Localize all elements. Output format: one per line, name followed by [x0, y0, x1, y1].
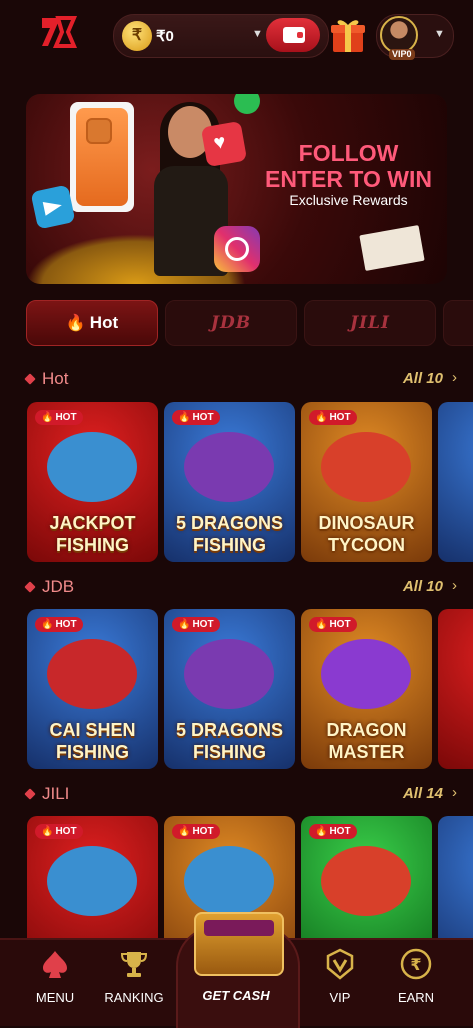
hot-badge: 🔥 HOT — [35, 824, 83, 839]
chevron-right-icon[interactable]: › — [452, 577, 457, 594]
game-card[interactable]: 🔥 HOT JACKPOT FISHING — [27, 402, 158, 562]
view-all-link[interactable]: All 14 — [403, 785, 443, 802]
hot-badge: 🔥 HOT — [35, 617, 83, 632]
telegram-icon — [30, 184, 76, 230]
diamond-bullet-icon — [24, 788, 36, 800]
game-title: 5 DRAGONS FISHING — [175, 720, 283, 762]
game-title: DRAGON MASTER — [326, 720, 407, 762]
balance-amount: ₹0 — [156, 28, 174, 45]
tab-next-partial[interactable] — [443, 300, 473, 346]
nav-get-cash[interactable]: GET CASH — [176, 988, 296, 1003]
hot-badge: 🔥 HOT — [309, 617, 357, 632]
game-art-image — [321, 639, 411, 709]
banknote-image — [359, 225, 425, 271]
section-title: JDB — [42, 577, 75, 596]
nav-label: RANKING — [104, 990, 164, 1005]
section-title: Hot — [42, 369, 69, 388]
heart-like-icon: ♥ — [200, 120, 248, 168]
chevron-right-icon[interactable]: › — [452, 369, 457, 386]
game-card[interactable]: 🔥 HOT 5 DRAGONS FISHING — [164, 402, 295, 562]
game-title: 5 DRAGONS FISHING — [175, 513, 283, 555]
wallet-balance-pill[interactable]: ₹ ₹0 ▼ — [113, 14, 329, 58]
hot-badge: 🔥 HOT — [309, 824, 357, 839]
gift-icon[interactable] — [330, 16, 366, 54]
banner-title-line-2: ENTER TO WIN — [265, 166, 432, 192]
game-art-image — [47, 846, 137, 916]
nav-ranking[interactable]: RANKING — [94, 940, 174, 1026]
provider-tabs: 🔥 Hot JDB JILI — [26, 300, 473, 346]
banner-title: FOLLOW ENTER TO WIN — [256, 140, 441, 192]
treasure-chest-icon[interactable] — [194, 912, 284, 976]
section-title: JILI — [42, 784, 70, 803]
section-header-hot: Hot All 10 › — [24, 368, 457, 392]
nav-label: VIP — [329, 990, 351, 1005]
nav-label: EARN — [397, 990, 435, 1005]
hot-badge: 🔥 HOT — [172, 824, 220, 839]
whatsapp-icon — [234, 94, 260, 114]
tab-jili[interactable]: JILI — [304, 300, 436, 346]
game-art-image — [184, 846, 274, 916]
vip-crown-shield-icon — [326, 948, 354, 980]
game-title: DINOSAUR TYCOON — [318, 513, 415, 555]
hot-badge: 🔥 HOT — [172, 410, 220, 425]
game-art-image — [321, 432, 411, 502]
flame-icon: 🔥 — [65, 315, 86, 332]
game-art-image — [321, 846, 411, 916]
game-title: JACKPOT FISHING — [49, 513, 136, 555]
hot-badge: 🔥 HOT — [35, 410, 83, 425]
nav-label: MENU — [35, 990, 75, 1005]
vip-level-badge: VIP0 — [389, 49, 415, 60]
bottom-nav: MENU RANKING GET CASH VIP ₹ EARN — [0, 912, 473, 1028]
game-row-jdb: 🔥 HOT CAI SHEN FISHING 🔥 HOT 5 DRAGONS FIS… — [27, 609, 473, 769]
game-art-image — [184, 432, 274, 502]
tab-jdb-label: JDB — [210, 313, 252, 333]
rupee-coin-icon: ₹ — [122, 21, 152, 51]
brand-logo[interactable] — [38, 14, 78, 50]
instagram-icon — [214, 226, 260, 272]
section-header-jdb: JDB All 10 › — [24, 576, 457, 600]
svg-text:₹: ₹ — [410, 955, 421, 974]
game-title: CAI SHEN FISHING — [49, 720, 136, 762]
game-art-image — [47, 432, 137, 502]
nav-vip[interactable]: VIP — [300, 940, 380, 1026]
tab-jili-label: JILI — [350, 313, 390, 333]
diamond-bullet-icon — [24, 581, 36, 593]
game-card[interactable] — [438, 609, 473, 769]
diamond-bullet-icon — [24, 373, 36, 385]
chevron-down-icon[interactable]: ▼ — [252, 28, 263, 40]
banner-subtitle: Exclusive Rewards — [289, 192, 408, 208]
game-card[interactable]: 🔥 HOT DRAGON MASTER — [301, 609, 432, 769]
game-card[interactable] — [438, 402, 473, 562]
game-card[interactable]: 🔥 HOT DINOSAUR TYCOON — [301, 402, 432, 562]
view-all-link[interactable]: All 10 — [403, 578, 443, 595]
spade-menu-icon — [43, 951, 67, 978]
nav-earn[interactable]: ₹ EARN — [376, 940, 456, 1026]
trophy-icon — [120, 952, 148, 977]
game-card[interactable]: 🔥 HOT 5 DRAGONS FISHING — [164, 609, 295, 769]
tab-hot-label: Hot — [89, 313, 119, 332]
banner-title-line-1: FOLLOW — [298, 140, 399, 166]
game-row-hot: 🔥 HOT JACKPOT FISHING 🔥 HOT 5 DRAGONS FISH… — [27, 402, 473, 562]
promo-banner[interactable]: ♥ FOLLOW ENTER TO WIN Exclusive Rewards — [26, 94, 447, 284]
view-all-link[interactable]: All 10 — [403, 370, 443, 387]
top-header: ₹ ₹0 ▼ VIP0 ▼ — [0, 0, 473, 66]
chevron-down-icon[interactable]: ▼ — [434, 28, 445, 40]
wallet-button[interactable] — [266, 18, 320, 52]
game-art-image — [184, 639, 274, 709]
tab-jdb[interactable]: JDB — [165, 300, 297, 346]
rupee-earn-icon: ₹ — [400, 948, 432, 980]
chevron-right-icon[interactable]: › — [452, 784, 457, 801]
nav-menu[interactable]: MENU — [15, 940, 95, 1026]
hot-badge: 🔥 HOT — [309, 410, 357, 425]
wallet-icon — [283, 27, 305, 43]
game-card[interactable]: 🔥 HOT CAI SHEN FISHING — [27, 609, 158, 769]
tab-hot[interactable]: 🔥 Hot — [26, 300, 158, 346]
profile-menu[interactable]: VIP0 ▼ — [376, 14, 454, 60]
hot-badge: 🔥 HOT — [172, 617, 220, 632]
section-header-jili: JILI All 14 › — [24, 783, 457, 807]
phone-prize-image — [70, 102, 134, 212]
game-art-image — [47, 639, 137, 709]
